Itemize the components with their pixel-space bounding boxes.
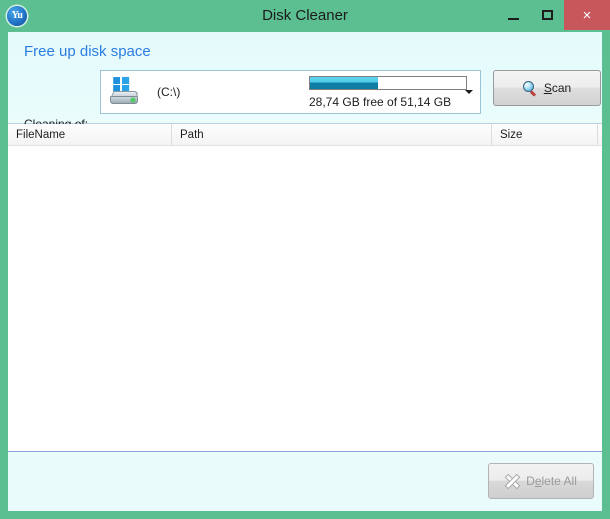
drive-select-value: (C:\) bbox=[101, 71, 306, 113]
file-list-body[interactable] bbox=[8, 146, 602, 451]
scan-button-label: Scan bbox=[543, 81, 572, 95]
close-button[interactable]: × bbox=[564, 0, 610, 30]
column-header-filename[interactable]: FileName bbox=[8, 124, 172, 145]
disk-cleaner-window: Yu Disk Cleaner × Free up disk space Cle… bbox=[0, 0, 610, 519]
maximize-icon bbox=[541, 10, 553, 20]
close-icon: × bbox=[582, 6, 592, 24]
capacity-bar bbox=[309, 76, 467, 90]
window-controls: × bbox=[496, 0, 610, 30]
top-panel: Free up disk space Cleaning of: (C:\) bbox=[8, 32, 602, 131]
capacity-text: 28,74 GB free of 51,14 GB bbox=[309, 95, 452, 109]
windows-logo-icon bbox=[113, 76, 130, 93]
drive-name-label: (C:\) bbox=[157, 85, 181, 99]
minimize-button[interactable] bbox=[496, 0, 530, 30]
title-bar[interactable]: Yu Disk Cleaner × bbox=[0, 0, 610, 32]
drive-select[interactable]: (C:\) 28,74 GB free of 51,14 GB bbox=[100, 70, 481, 114]
scan-button[interactable]: Scan bbox=[493, 70, 601, 106]
minimize-icon bbox=[507, 17, 519, 20]
maximize-button[interactable] bbox=[530, 0, 564, 30]
column-header-spacer bbox=[598, 124, 606, 145]
column-header-path[interactable]: Path bbox=[172, 124, 492, 145]
delete-all-button-label: Delete All bbox=[526, 474, 577, 488]
file-list-header: FileName Path Size bbox=[8, 124, 602, 146]
delete-all-button[interactable]: Delete All bbox=[488, 463, 594, 499]
chevron-down-icon[interactable] bbox=[465, 90, 473, 94]
column-header-size[interactable]: Size bbox=[492, 124, 598, 145]
app-logo-icon[interactable]: Yu bbox=[7, 6, 27, 26]
client-area: Free up disk space Cleaning of: (C:\) bbox=[8, 32, 602, 511]
page-title: Free up disk space bbox=[24, 43, 151, 60]
capacity-bar-fill bbox=[310, 77, 379, 89]
capacity-indicator: 28,74 GB free of 51,14 GB bbox=[309, 76, 469, 109]
magnifier-icon bbox=[522, 80, 538, 96]
x-mark-icon bbox=[505, 474, 520, 489]
hard-drive-icon bbox=[109, 76, 143, 107]
file-list[interactable]: FileName Path Size bbox=[8, 123, 602, 452]
app-logo-text: Yu bbox=[11, 10, 23, 21]
footer-bar: Delete All bbox=[8, 452, 602, 511]
